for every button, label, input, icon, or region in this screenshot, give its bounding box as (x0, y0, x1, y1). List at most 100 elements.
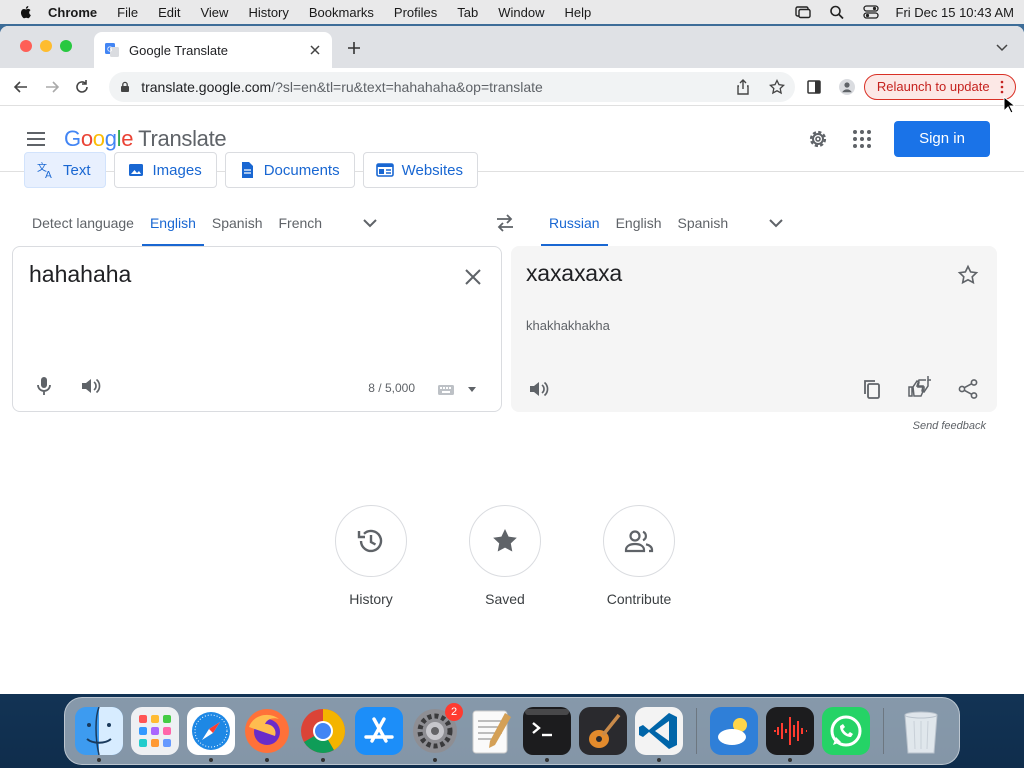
reload-button[interactable] (69, 73, 95, 101)
apple-icon[interactable] (18, 4, 34, 20)
google-apps-grid-icon[interactable] (850, 127, 874, 151)
dock-launchpad[interactable] (131, 707, 179, 755)
lock-icon[interactable] (119, 81, 131, 93)
menu-tab[interactable]: Tab (457, 5, 478, 20)
sign-in-button[interactable]: Sign in (894, 120, 990, 157)
screen-mirroring-icon[interactable] (794, 4, 812, 20)
mode-label: Text (63, 161, 91, 179)
menu-edit[interactable]: Edit (158, 5, 180, 20)
dock-app-store[interactable] (355, 707, 403, 755)
dock-trash[interactable] (897, 707, 945, 755)
transliteration-text: khakhakhakha (526, 318, 610, 333)
source-lang-english[interactable]: English (141, 200, 204, 246)
tab-search-chevron-icon[interactable] (996, 42, 1008, 52)
profile-button[interactable] (833, 73, 859, 101)
source-language-bar: Detect language English Spanish French (24, 200, 380, 246)
dock-voice-memos[interactable] (766, 707, 814, 762)
whatsapp-icon (822, 707, 870, 755)
mode-websites-button[interactable]: Websites (362, 152, 479, 188)
close-window-button[interactable] (20, 40, 32, 52)
zoom-window-button[interactable] (60, 40, 72, 52)
menu-app-name[interactable]: Chrome (48, 5, 97, 20)
menu-help[interactable]: Help (565, 5, 592, 20)
running-indicator (97, 758, 101, 762)
menu-history[interactable]: History (248, 5, 288, 20)
minimize-window-button[interactable] (40, 40, 52, 52)
svg-text:A: A (45, 170, 52, 179)
keyboard-icon[interactable] (437, 383, 455, 397)
browser-toolbar: translate.google.com/?sl=en&tl=ru&text=h… (0, 68, 1024, 106)
source-lang-spanish[interactable]: Spanish (204, 200, 271, 246)
menu-window[interactable]: Window (498, 5, 544, 20)
dock-whatsapp[interactable] (822, 707, 870, 755)
arrow-right-icon (45, 80, 59, 93)
source-text-input[interactable]: hahahaha (29, 261, 131, 288)
product-name: Translate (138, 125, 227, 151)
mode-text-button[interactable]: 文A Text (24, 152, 106, 188)
more-target-languages-chevron-icon[interactable] (766, 213, 786, 233)
send-feedback-link[interactable]: Send feedback (913, 420, 986, 432)
target-lang-russian[interactable]: Russian (541, 200, 608, 246)
rate-translation-thumbs-icon[interactable] (907, 376, 933, 400)
saved-circle[interactable] (469, 505, 541, 577)
back-button[interactable] (8, 73, 34, 101)
address-bar[interactable]: translate.google.com/?sl=en&tl=ru&text=h… (109, 71, 796, 102)
saved-button[interactable]: Saved (469, 505, 541, 607)
dock-system-preferences[interactable]: 2 (411, 703, 463, 762)
dock-garageband[interactable] (579, 707, 627, 755)
menu-file[interactable]: File (117, 5, 138, 20)
dock-firefox[interactable] (243, 707, 291, 762)
menu-bar-status: Fri Dec 15 10:43 AM (794, 4, 1015, 20)
forward-button[interactable] (38, 73, 64, 101)
dock-chrome[interactable] (299, 707, 347, 762)
share-translation-icon[interactable] (957, 378, 979, 400)
menu-view[interactable]: View (200, 5, 228, 20)
translation-mode-selector: 文A Text Images Documents Websites (24, 152, 479, 188)
tab-strip: G Google Translate (0, 26, 1024, 68)
tab-google-translate[interactable]: G Google Translate (94, 32, 332, 68)
mode-images-button[interactable]: Images (113, 152, 217, 188)
google-translate-logo[interactable]: Google Translate (64, 125, 227, 152)
launchpad-icon (131, 707, 179, 755)
dock-vscode[interactable] (635, 707, 683, 762)
microphone-icon[interactable] (33, 375, 55, 397)
more-source-languages-chevron-icon[interactable] (360, 213, 380, 233)
main-menu-icon[interactable] (24, 127, 48, 151)
copy-translation-icon[interactable] (861, 378, 883, 400)
menu-bookmarks[interactable]: Bookmarks (309, 5, 374, 20)
source-lang-detect[interactable]: Detect language (24, 200, 142, 246)
close-tab-icon[interactable] (308, 43, 322, 57)
menu-bar-clock[interactable]: Fri Dec 15 10:43 AM (896, 5, 1015, 20)
voice-memos-waveform-icon (766, 707, 814, 755)
spotlight-search-icon[interactable] (828, 4, 846, 20)
keyboard-options-caret-icon[interactable] (467, 385, 477, 393)
bookmark-star-icon[interactable] (769, 78, 786, 95)
swap-languages-icon[interactable] (494, 212, 516, 234)
mode-documents-button[interactable]: Documents (224, 152, 355, 188)
new-tab-icon[interactable] (346, 40, 362, 56)
notification-badge: 2 (445, 703, 463, 721)
side-panel-button[interactable] (801, 73, 827, 101)
dock-finder[interactable] (75, 707, 123, 762)
contribute-button[interactable]: Contribute (603, 505, 675, 607)
dock-weather[interactable] (710, 707, 758, 755)
settings-gear-icon[interactable] (806, 127, 830, 151)
feature-label: Saved (485, 591, 525, 607)
listen-translation-speaker-icon[interactable] (527, 378, 549, 400)
control-center-icon[interactable] (862, 4, 880, 20)
listen-source-speaker-icon[interactable] (79, 375, 101, 397)
contribute-circle[interactable] (603, 505, 675, 577)
source-lang-french[interactable]: French (270, 200, 330, 246)
dock-textedit[interactable] (467, 707, 515, 755)
target-lang-spanish[interactable]: Spanish (670, 200, 737, 246)
history-button[interactable]: History (335, 505, 407, 607)
relaunch-to-update-button[interactable]: Relaunch to update (863, 73, 1016, 100)
dock-terminal[interactable] (523, 707, 571, 762)
save-translation-star-icon[interactable] (957, 264, 979, 286)
menu-profiles[interactable]: Profiles (394, 5, 437, 20)
dock-safari[interactable] (187, 707, 235, 762)
share-page-icon[interactable] (735, 78, 751, 95)
clear-source-text-icon[interactable] (463, 267, 483, 287)
history-circle[interactable] (335, 505, 407, 577)
target-lang-english[interactable]: English (608, 200, 670, 246)
